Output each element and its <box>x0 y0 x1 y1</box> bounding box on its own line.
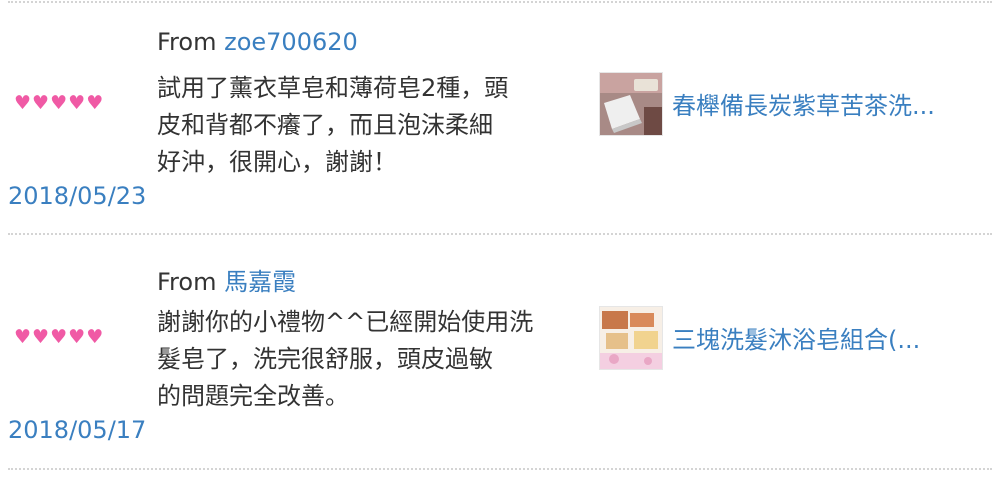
review-item: From zoe700620 ♥♥♥♥♥ 試用了薰衣草皂和薄荷皂2種，頭 皮和背… <box>0 0 1000 232</box>
review-comment: 試用了薰衣草皂和薄荷皂2種，頭 皮和背都不癢了，而且泡沫柔細 好沖，很開心，謝謝… <box>157 70 577 181</box>
heart-icon: ♥ <box>86 92 105 114</box>
product-name-link[interactable]: 三塊洗髮沐浴皂組合(... <box>672 320 920 355</box>
heart-icon: ♥ <box>14 92 33 114</box>
heart-icon: ♥ <box>68 326 87 348</box>
product-thumbnail[interactable] <box>599 306 663 370</box>
comment-line: 的問題完全改善。 <box>157 382 349 410</box>
comment-line: 好沖，很開心，謝謝！ <box>157 148 397 176</box>
soap-set-image <box>600 307 662 369</box>
review-item: From 馬嘉霞 ♥♥♥♥♥ 謝謝你的小禮物^^已經開始使用洗 髮皂了，洗完很舒… <box>0 234 1000 466</box>
from-label: From <box>157 28 217 56</box>
comment-line: 皮和背都不癢了，而且泡沫柔細 <box>157 111 493 139</box>
comment-line: 試用了薰衣草皂和薄荷皂2種，頭 <box>157 74 509 102</box>
heart-icon: ♥ <box>50 326 69 348</box>
divider-bottom <box>8 468 992 470</box>
review-author-line: From 馬嘉霞 <box>157 262 296 297</box>
review-comment: 謝謝你的小禮物^^已經開始使用洗 髮皂了，洗完很舒服，頭皮過敏 的問題完全改善。 <box>157 304 577 415</box>
heart-icon: ♥ <box>32 326 51 348</box>
review-date: 2018/05/23 <box>8 182 147 210</box>
heart-icon: ♥ <box>32 92 51 114</box>
from-label: From <box>157 268 217 296</box>
heart-icon: ♥ <box>86 326 105 348</box>
charcoal-soap-image <box>600 73 662 135</box>
rating-hearts: ♥♥♥♥♥ <box>14 92 104 114</box>
comment-line: 謝謝你的小禮物^^已經開始使用洗 <box>157 308 534 336</box>
product-name-link[interactable]: 春櫸備長炭紫草苦茶洗... <box>672 86 935 121</box>
review-date: 2018/05/17 <box>8 416 147 444</box>
comment-line: 髮皂了，洗完很舒服，頭皮過敏 <box>157 345 493 373</box>
heart-icon: ♥ <box>68 92 87 114</box>
reviewer-username-link[interactable]: zoe700620 <box>224 28 358 56</box>
heart-icon: ♥ <box>14 326 33 348</box>
heart-icon: ♥ <box>50 92 69 114</box>
rating-hearts: ♥♥♥♥♥ <box>14 326 104 348</box>
product-thumbnail[interactable] <box>599 72 663 136</box>
review-author-line: From zoe700620 <box>157 28 358 56</box>
reviewer-username-link[interactable]: 馬嘉霞 <box>224 268 296 296</box>
